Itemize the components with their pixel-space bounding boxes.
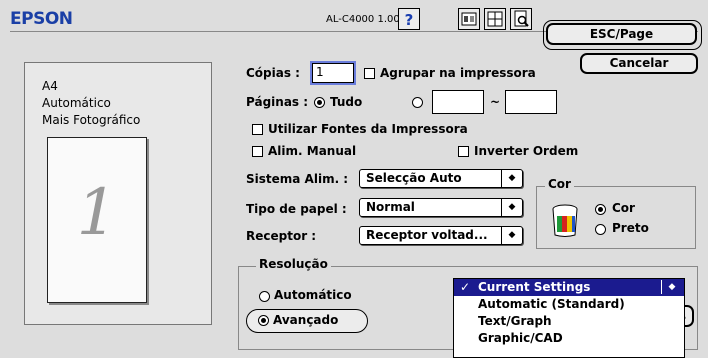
color-label: Cor: [612, 201, 635, 215]
help-icon[interactable]: ?: [398, 8, 420, 30]
copies-label: Cópias :: [246, 66, 300, 80]
settings-popup-menu[interactable]: ✓ Current Settings ◆ Automatic (Standard…: [453, 278, 685, 358]
pages-to-input[interactable]: [505, 90, 557, 114]
menu-item-label: Graphic/CAD: [478, 331, 563, 345]
esc-page-button[interactable]: ESC/Page: [546, 23, 697, 45]
copies-input[interactable]: 1: [310, 61, 356, 85]
summary-paper: A4: [42, 79, 58, 93]
select-arrows-icon: ◆: [501, 227, 522, 244]
select-arrows-icon: ◆: [661, 280, 682, 294]
summary-source: Automático: [42, 96, 111, 110]
page-number: 1: [76, 176, 118, 250]
menu-item-graphic-cad[interactable]: Graphic/CAD: [454, 330, 684, 347]
cancel-button[interactable]: Cancelar: [580, 53, 698, 74]
pages-all-label: Tudo: [330, 95, 363, 109]
collate-label: Agrupar na impressora: [380, 66, 536, 80]
resolution-group-title: Resolução: [256, 257, 331, 271]
output-tray-value: Receptor voltad...: [366, 228, 488, 242]
select-arrows-icon: ◆: [501, 199, 522, 216]
collate-checkbox[interactable]: [364, 68, 375, 79]
paper-type-label: Tipo de papel :: [246, 202, 347, 216]
menu-item-label: Automatic (Standard): [478, 297, 625, 311]
printer-model: AL-C4000 1.00: [326, 14, 400, 25]
menu-item-label: Text/Graph: [478, 314, 552, 328]
summary-text: A4 Automático Mais Fotográfico: [42, 78, 140, 129]
reverse-order-checkbox[interactable]: [458, 146, 469, 157]
printer-settings-icon[interactable]: [458, 8, 480, 30]
menu-item-automatic[interactable]: Automatic (Standard): [454, 296, 684, 313]
resolution-auto-radio[interactable]: [259, 291, 270, 302]
check-icon: ✓: [460, 280, 471, 294]
pages-range-radio[interactable]: [412, 97, 423, 108]
menu-item-label: Current Settings: [478, 280, 591, 294]
svg-text:?: ?: [405, 11, 414, 29]
page-preview: 1: [47, 137, 147, 303]
output-tray-select[interactable]: Receptor voltad... ◆: [359, 226, 523, 245]
manual-feed-checkbox[interactable]: [252, 146, 263, 157]
advanced-button[interactable]: Avançado: [246, 309, 368, 333]
epson-logo: EPSON: [10, 9, 73, 29]
reverse-order-label: Inverter Ordem: [474, 144, 579, 158]
paper-source-value: Selecção Auto: [366, 171, 462, 185]
pages-label: Páginas :: [246, 95, 309, 109]
mono-label: Preto: [612, 221, 649, 235]
manual-feed-label: Alim. Manual: [268, 144, 357, 158]
pages-from-input[interactable]: [432, 90, 484, 114]
layout-icon[interactable]: [484, 8, 506, 30]
advanced-label: Avançado: [273, 313, 339, 327]
select-arrows-icon: ◆: [501, 170, 522, 187]
color-group-title: Cor: [545, 177, 574, 191]
color-radio[interactable]: [595, 204, 606, 215]
paper-type-select[interactable]: Normal ◆: [359, 198, 523, 217]
summary-quality: Mais Fotográfico: [42, 113, 141, 127]
preview-icon[interactable]: [510, 8, 532, 30]
menu-item-text-graph[interactable]: Text/Graph: [454, 313, 684, 330]
resolution-advanced-radio[interactable]: [258, 315, 269, 326]
paper-source-label: Sistema Alim. :: [246, 172, 349, 186]
printer-fonts-label: Utilizar Fontes da Impressora: [268, 122, 468, 136]
menu-item-current-settings[interactable]: ✓ Current Settings ◆: [454, 279, 684, 296]
resolution-auto-label: Automático: [274, 288, 352, 302]
output-tray-label: Receptor :: [246, 229, 317, 243]
range-separator: ~: [490, 95, 501, 109]
pages-all-radio[interactable]: [314, 97, 325, 108]
printer-fonts-checkbox[interactable]: [252, 124, 263, 135]
ink-icon: [549, 202, 583, 241]
mono-radio[interactable]: [595, 224, 606, 235]
paper-type-value: Normal: [366, 200, 415, 214]
paper-source-select[interactable]: Selecção Auto ◆: [359, 169, 523, 188]
